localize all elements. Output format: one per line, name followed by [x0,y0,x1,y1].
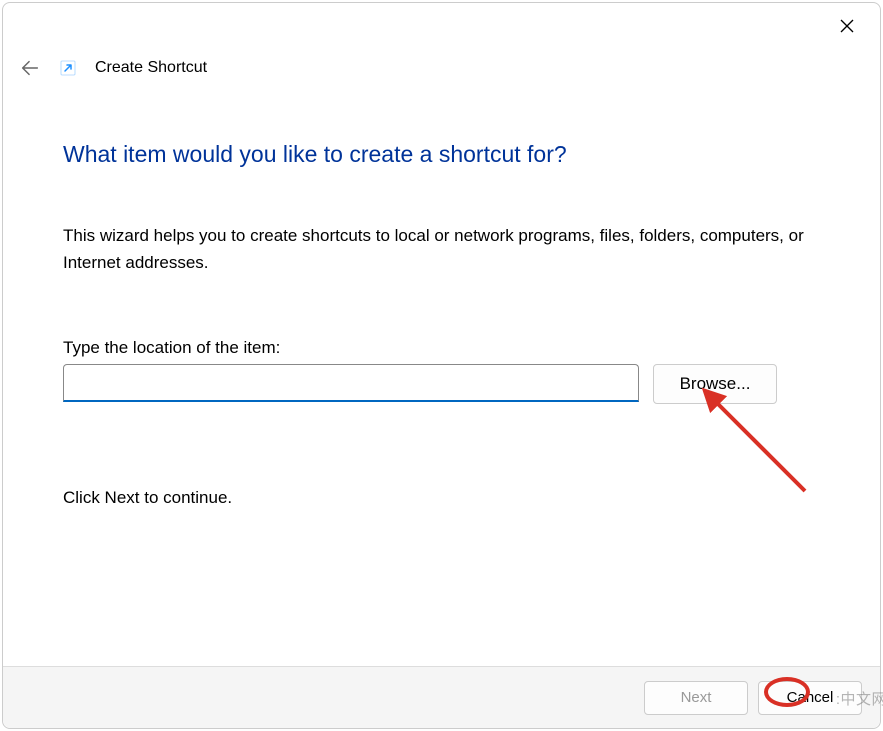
next-button[interactable]: Next [644,681,748,715]
content-area: What item would you like to create a sho… [3,79,880,666]
back-arrow-icon[interactable] [19,57,41,79]
wizard-heading: What item would you like to create a sho… [63,141,820,168]
input-row: Browse... [63,364,820,404]
wizard-footer: Next Cancel [3,666,880,728]
cancel-button[interactable]: Cancel [758,681,862,715]
location-input[interactable] [63,364,639,402]
header-row: Create Shortcut [3,57,880,79]
close-icon [840,19,854,33]
wizard-description: This wizard helps you to create shortcut… [63,222,820,276]
cancel-wrapper: Cancel [758,681,862,715]
close-button[interactable] [824,10,870,42]
browse-button[interactable]: Browse... [653,364,777,404]
wizard-window: Create Shortcut What item would you like… [2,2,881,729]
location-label: Type the location of the item: [63,338,820,358]
shortcut-icon [59,59,77,77]
window-title: Create Shortcut [95,59,207,77]
title-bar [3,3,880,49]
continue-text: Click Next to continue. [63,488,820,508]
